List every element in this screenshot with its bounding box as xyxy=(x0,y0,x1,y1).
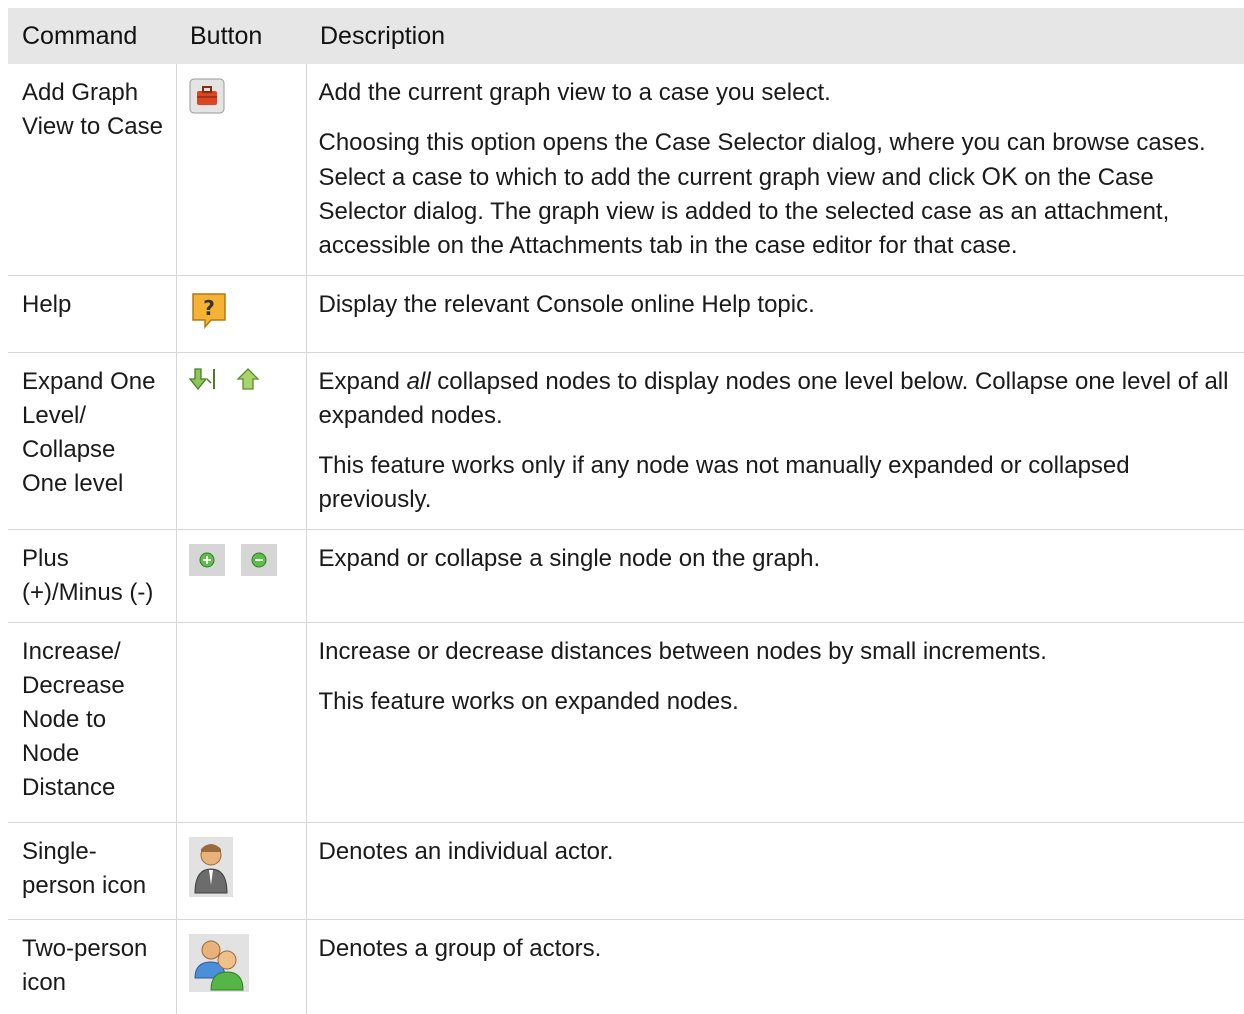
button-cell xyxy=(176,530,306,623)
header-button: Button xyxy=(176,8,306,64)
button-cell xyxy=(176,623,306,823)
command-cell: Plus (+)/Minus (-) xyxy=(8,530,176,623)
header-description: Description xyxy=(306,8,1244,64)
table-row: Increase/ Decrease Node to Node Distance… xyxy=(8,623,1244,823)
description-text: Expand all collapsed nodes to display no… xyxy=(319,365,1231,433)
description-text: Add the current graph view to a case you… xyxy=(319,76,1231,110)
description-cell: Display the relevant Console online Help… xyxy=(306,276,1244,353)
plus-icon xyxy=(189,544,225,586)
description-cell: Increase or decrease distances between n… xyxy=(306,623,1244,823)
table-row: Plus (+)/Minus (-) xyxy=(8,530,1244,623)
table-header-row: Command Button Description xyxy=(8,8,1244,64)
table-row: Two-person icon Denotes a group of actor… xyxy=(8,920,1244,1014)
description-fragment: Expand xyxy=(319,368,407,395)
command-cell: Add Graph View to Case xyxy=(8,64,176,276)
description-text: Expand or collapse a single node on the … xyxy=(319,542,1231,576)
button-cell: ? xyxy=(176,276,306,353)
button-cell xyxy=(176,823,306,920)
description-text: This feature works on expanded nodes. xyxy=(319,685,1231,719)
command-cell: Two-person icon xyxy=(8,920,176,1014)
ok-label: OK xyxy=(982,163,1018,191)
description-text: Denotes an individual actor. xyxy=(319,835,1231,869)
command-table: Command Button Description Add Graph Vie… xyxy=(8,8,1244,1014)
briefcase-icon xyxy=(189,78,225,124)
description-text: This feature works only if any node was … xyxy=(319,449,1231,517)
description-cell: Denotes a group of actors. xyxy=(306,920,1244,1014)
collapse-one-level-icon xyxy=(235,367,261,403)
description-cell: Expand or collapse a single node on the … xyxy=(306,530,1244,623)
minus-icon xyxy=(241,544,277,586)
description-text: Choosing this option opens the Case Sele… xyxy=(319,126,1231,263)
button-cell xyxy=(176,353,306,530)
command-cell: Increase/ Decrease Node to Node Distance xyxy=(8,623,176,823)
description-text: Denotes a group of actors. xyxy=(319,932,1231,966)
description-cell: Expand all collapsed nodes to display no… xyxy=(306,353,1244,530)
table-row: Add Graph View to Case Add the current g… xyxy=(8,64,1244,276)
button-cell xyxy=(176,920,306,1014)
description-text: Increase or decrease distances between n… xyxy=(319,635,1231,669)
command-cell: Expand One Level/ Collapse One level xyxy=(8,353,176,530)
expand-one-level-icon xyxy=(189,367,219,403)
command-cell: Help xyxy=(8,276,176,353)
header-command: Command xyxy=(8,8,176,64)
description-cell: Denotes an individual actor. xyxy=(306,823,1244,920)
help-icon: ? xyxy=(189,290,229,340)
table-row: Single-person icon Denotes an individual… xyxy=(8,823,1244,920)
two-person-icon xyxy=(189,934,249,1002)
svg-text:?: ? xyxy=(203,296,215,320)
command-cell: Single-person icon xyxy=(8,823,176,920)
single-person-icon xyxy=(189,837,233,907)
table-row: Expand One Level/ Collapse One level Ex xyxy=(8,353,1244,530)
emphasis-text: all xyxy=(407,368,431,395)
description-text: Display the relevant Console online Help… xyxy=(319,288,1231,322)
table-row: Help ? Display the relevant Console onli… xyxy=(8,276,1244,353)
button-cell xyxy=(176,64,306,276)
description-fragment: collapsed nodes to display nodes one lev… xyxy=(319,368,1229,429)
description-cell: Add the current graph view to a case you… xyxy=(306,64,1244,276)
